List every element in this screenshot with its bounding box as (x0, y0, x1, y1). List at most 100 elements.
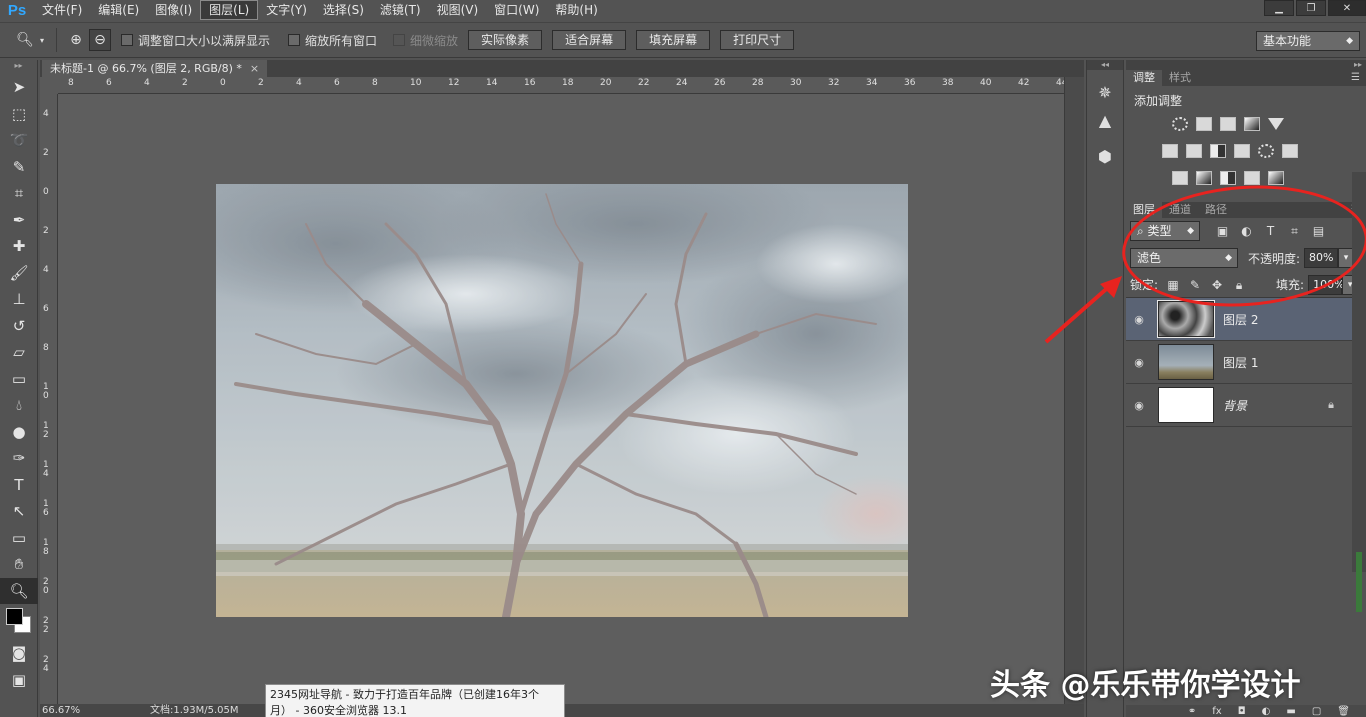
invert-icon[interactable] (1172, 170, 1188, 185)
print-size-button[interactable]: 打印尺寸 (720, 30, 795, 50)
move-tool-icon[interactable]: ➤ (0, 74, 38, 101)
new-layer-icon[interactable]: ▢ (1312, 706, 1321, 717)
fill-screen-button[interactable]: 填充屏幕 (636, 30, 711, 50)
zoom-in-icon[interactable]: ⊕ (65, 29, 87, 51)
hand-tool-icon[interactable]: ✋︎ (0, 551, 38, 578)
layer-name[interactable]: 背景 (1223, 397, 1247, 414)
expand-dock-icon[interactable]: ◂◂ (1087, 60, 1123, 70)
tool-preset-dropdown-icon[interactable]: ▾ (36, 29, 48, 51)
layer-row[interactable]: ◉ 图层 1 (1126, 341, 1352, 384)
close-tab-icon[interactable]: × (250, 60, 259, 77)
type-tool-icon[interactable]: T (0, 472, 38, 499)
ruler-tick-label: 2 0 (43, 577, 49, 596)
tab-adjustments[interactable]: 调整 (1126, 70, 1162, 86)
add-mask-icon[interactable]: ◘ (1238, 706, 1246, 717)
fit-screen-button[interactable]: 适合屏幕 (552, 30, 627, 50)
zoom-tool-selected-icon[interactable]: 🔍︎ (0, 577, 38, 604)
zoom-all-checkbox[interactable]: 缩放所有窗口 (288, 32, 377, 49)
zoom-out-icon[interactable]: ⊖ (89, 29, 111, 51)
pen-tool-icon[interactable]: ✑ (0, 445, 38, 472)
3d-icon[interactable]: ⬢ (1087, 142, 1123, 170)
crop-tool-icon[interactable]: ⌗ (0, 180, 38, 207)
new-group-icon[interactable]: ▬ (1286, 706, 1295, 717)
menu-edit[interactable]: 编辑(E) (90, 0, 147, 20)
menu-help[interactable]: 帮助(H) (547, 0, 605, 20)
color-lookup-icon[interactable] (1282, 143, 1298, 158)
exposure-icon[interactable] (1244, 116, 1260, 131)
lasso-tool-icon[interactable]: ➰ (0, 127, 38, 154)
layer-name[interactable]: 图层 1 (1223, 354, 1258, 371)
layer-name[interactable]: 图层 2 (1223, 311, 1258, 328)
menu-image[interactable]: 图像(I) (147, 0, 200, 20)
eyedropper-tool-icon[interactable]: ✒ (0, 207, 38, 234)
clone-stamp-tool-icon[interactable]: ⊥ (0, 286, 38, 313)
eraser-tool-icon[interactable]: ▱ (0, 339, 38, 366)
history-brush-tool-icon[interactable]: ↺ (0, 313, 38, 340)
layer-row[interactable]: ◉ 背景 🔒︎ (1126, 384, 1352, 427)
menu-file[interactable]: 文件(F) (34, 0, 90, 20)
minimize-icon[interactable]: ▁ (1264, 0, 1294, 16)
color-swatches[interactable] (0, 604, 38, 640)
document-image[interactable] (216, 184, 908, 617)
link-layers-icon[interactable]: ⚭ (1188, 706, 1196, 717)
menu-select[interactable]: 选择(S) (315, 0, 372, 20)
curves-icon[interactable] (1220, 116, 1236, 131)
brightness-contrast-icon[interactable] (1172, 116, 1188, 131)
menu-window[interactable]: 窗口(W) (486, 0, 547, 20)
collapse-panels-icon[interactable]: ▸▸ (1126, 60, 1366, 70)
path-selection-tool-icon[interactable]: ↖ (0, 498, 38, 525)
browser-tooltip: 2345网址导航 - 致力于打造百年品牌（已创建16年3个 月） - 360安全… (265, 684, 565, 717)
workspace-select[interactable]: 基本功能 ◆ (1256, 31, 1360, 51)
menu-filter[interactable]: 滤镜(T) (372, 0, 429, 20)
rectangle-tool-icon[interactable]: ▭ (0, 525, 38, 552)
close-icon[interactable]: ✕ (1328, 0, 1366, 16)
restore-icon[interactable]: ❐ (1296, 0, 1326, 16)
zoom-level[interactable]: 66.67% (42, 704, 80, 717)
vertical-ruler: 4 2 0 2 4 6 8 1 0 1 2 1 4 1 6 1 8 2 0 2 2 2 4 (40, 94, 58, 704)
hue-saturation-icon[interactable] (1162, 143, 1178, 158)
delete-layer-icon[interactable]: 🗑︎ (1337, 706, 1350, 717)
panel-grip-icon[interactable]: ▸▸ (0, 60, 37, 74)
screen-mode-icon[interactable]: ▣ (0, 667, 38, 694)
menu-view[interactable]: 视图(V) (429, 0, 487, 20)
marquee-tool-icon[interactable]: ⬚ (0, 101, 38, 128)
foreground-color-swatch[interactable] (6, 608, 23, 625)
photo-filter-icon[interactable] (1234, 143, 1250, 158)
posterize-icon[interactable] (1196, 170, 1212, 185)
resize-windows-checkbox[interactable]: 调整窗口大小以满屏显示 (121, 32, 270, 49)
tab-styles[interactable]: 样式 (1162, 70, 1198, 86)
black-white-icon[interactable] (1210, 143, 1226, 158)
blur-tool-icon[interactable]: 💧︎ (0, 392, 38, 419)
scroll-thumb[interactable] (1356, 552, 1362, 612)
gradient-map-icon[interactable] (1268, 170, 1284, 185)
healing-brush-tool-icon[interactable]: ✚ (0, 233, 38, 260)
selective-color-icon[interactable] (1244, 170, 1260, 185)
channel-mixer-icon[interactable] (1258, 143, 1274, 158)
document-tab-title: 未标题-1 @ 66.7% (图层 2, RGB/8) * (50, 62, 242, 75)
menu-bar: Ps 文件(F) 编辑(E) 图像(I) 图层(L) 文字(Y) 选择(S) 滤… (0, 0, 1366, 20)
eye-icon[interactable]: ◉ (1126, 356, 1152, 369)
navigator-icon[interactable]: ✵ (1087, 78, 1123, 106)
layer-style-icon[interactable]: fx (1212, 706, 1221, 717)
new-adjustment-icon[interactable]: ◐ (1262, 706, 1271, 717)
quick-mask-icon[interactable]: ◙ (0, 640, 38, 667)
menu-type[interactable]: 文字(Y) (258, 0, 315, 20)
eye-icon[interactable]: ◉ (1126, 399, 1152, 412)
threshold-icon[interactable] (1220, 170, 1236, 185)
levels-icon[interactable] (1196, 116, 1212, 131)
gradient-tool-icon[interactable]: ▭ (0, 366, 38, 393)
dodge-tool-icon[interactable]: ● (0, 419, 38, 446)
vibrance-icon[interactable] (1268, 117, 1284, 130)
brush-tool-icon[interactable]: 🖌︎ (0, 260, 38, 287)
vertical-scrollbar[interactable] (1064, 77, 1084, 704)
quick-selection-tool-icon[interactable]: ✎ (0, 154, 38, 181)
panel-menu-icon[interactable]: ☰ (1351, 70, 1360, 86)
color-balance-icon[interactable] (1186, 143, 1202, 158)
document-tab[interactable]: 未标题-1 @ 66.7% (图层 2, RGB/8) * × (42, 60, 268, 77)
ruler-tick-label: 24 (676, 78, 688, 88)
zoom-tool-icon[interactable]: 🔍︎ (14, 29, 36, 51)
menu-layer[interactable]: 图层(L) (200, 0, 259, 20)
workspace-value: 基本功能 (1263, 34, 1312, 48)
histogram-icon[interactable]: ▲ (1087, 106, 1123, 134)
actual-pixels-button[interactable]: 实际像素 (468, 30, 543, 50)
